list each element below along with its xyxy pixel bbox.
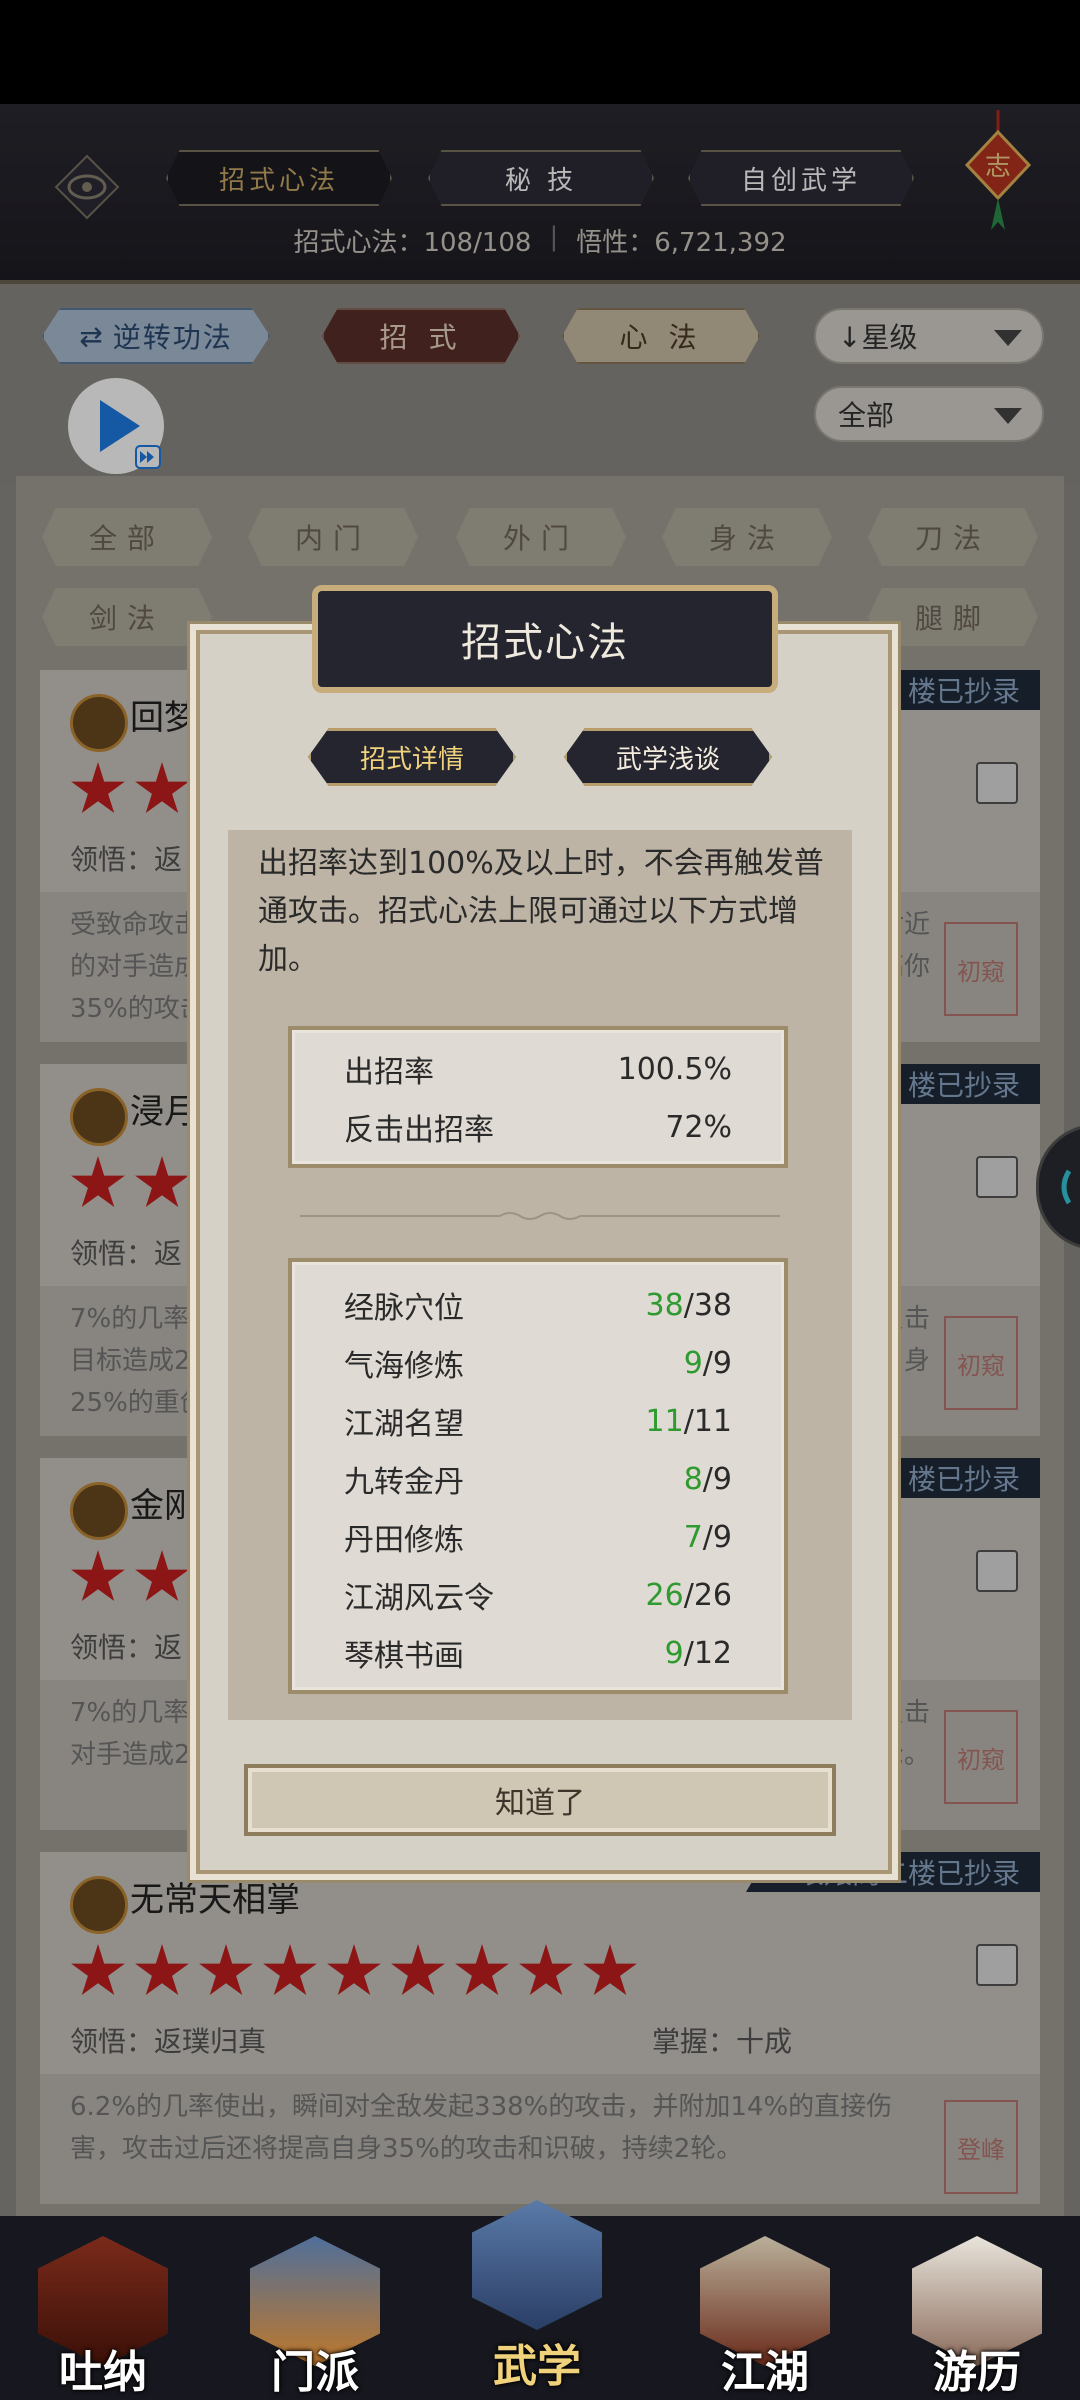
nav-label: 江湖 (721, 2347, 809, 2398)
source-row: 经脉穴位 38/38 (344, 1276, 732, 1334)
nav-jianghu[interactable]: 江湖 (690, 2236, 840, 2398)
source-value: 9/9 (684, 1346, 732, 1381)
source-max: /9 (702, 1345, 732, 1381)
source-row: 江湖名望 11/11 (344, 1392, 732, 1450)
source-max: /12 (683, 1635, 732, 1671)
source-box: 经脉穴位 38/38 气海修炼 9/9 江湖名望 11/11 九转金丹 8/9 … (288, 1258, 788, 1694)
source-value: 38/38 (646, 1288, 732, 1323)
source-label: 江湖名望 (344, 1407, 464, 1442)
source-label: 气海修炼 (344, 1349, 464, 1384)
source-row: 琴棋书画 9/12 (344, 1624, 732, 1682)
source-value: 9/12 (665, 1636, 732, 1671)
source-max: /11 (683, 1403, 732, 1439)
rate-row: 反击出招率 72% (344, 1098, 732, 1156)
source-label: 丹田修炼 (344, 1523, 464, 1558)
source-current: 8 (683, 1461, 703, 1497)
tab-label: 招式详情 (359, 744, 464, 775)
nav-label: 游历 (933, 2347, 1021, 2398)
source-current: 9 (683, 1345, 703, 1381)
nav-breathing[interactable]: 吐纳 (28, 2236, 178, 2398)
source-max: /26 (683, 1577, 732, 1613)
book-icon (472, 2200, 602, 2330)
dialog-title: 招式心法 (312, 585, 778, 693)
source-row: 丹田修炼 7/9 (344, 1508, 732, 1566)
nav-label: 门派 (271, 2347, 359, 2398)
nav-label: 吐纳 (59, 2347, 147, 2398)
info-text: 出招率达到100%及以上时，不会再触发普通攻击。招式心法上限可通过以下方式增加。 (258, 846, 824, 977)
rate-value: 72% (665, 1109, 732, 1145)
nav-martial[interactable]: 武学 (462, 2200, 612, 2392)
tab-move-details[interactable]: 招式详情 (308, 728, 516, 786)
rate-box: 出招率 100.5% 反击出招率 72% (288, 1026, 788, 1168)
source-label: 江湖风云令 (344, 1581, 494, 1616)
source-value: 11/11 (646, 1404, 732, 1439)
nav-label: 武学 (493, 2341, 581, 2392)
source-value: 7/9 (684, 1520, 732, 1555)
source-value: 26/26 (646, 1578, 732, 1613)
source-current: 26 (645, 1577, 684, 1613)
source-current: 38 (645, 1287, 684, 1323)
nav-travel[interactable]: 游历 (902, 2236, 1052, 2398)
source-row: 气海修炼 9/9 (344, 1334, 732, 1392)
source-label: 九转金丹 (344, 1465, 464, 1500)
source-max: /9 (702, 1519, 732, 1555)
tab-label: 武学浅谈 (615, 744, 720, 775)
rate-row: 出招率 100.5% (344, 1040, 732, 1098)
source-current: 9 (664, 1635, 684, 1671)
status-bar (0, 0, 1080, 104)
source-current: 11 (645, 1403, 684, 1439)
nav-sect[interactable]: 门派 (240, 2236, 390, 2398)
source-max: /38 (683, 1287, 732, 1323)
confirm-button[interactable]: 知道了 (244, 1764, 836, 1836)
source-label: 经脉穴位 (344, 1291, 464, 1326)
source-row: 九转金丹 8/9 (344, 1450, 732, 1508)
rate-value: 100.5% (617, 1051, 732, 1087)
tab-martial-talk[interactable]: 武学浅谈 (564, 728, 772, 786)
rate-label: 出招率 (344, 1055, 434, 1090)
rate-label: 反击出招率 (344, 1113, 494, 1148)
source-value: 8/9 (684, 1462, 732, 1497)
source-max: /9 (702, 1461, 732, 1497)
source-label: 琴棋书画 (344, 1639, 464, 1674)
ornament-divider (300, 1212, 780, 1220)
source-current: 7 (683, 1519, 703, 1555)
source-row: 江湖风云令 26/26 (344, 1566, 732, 1624)
